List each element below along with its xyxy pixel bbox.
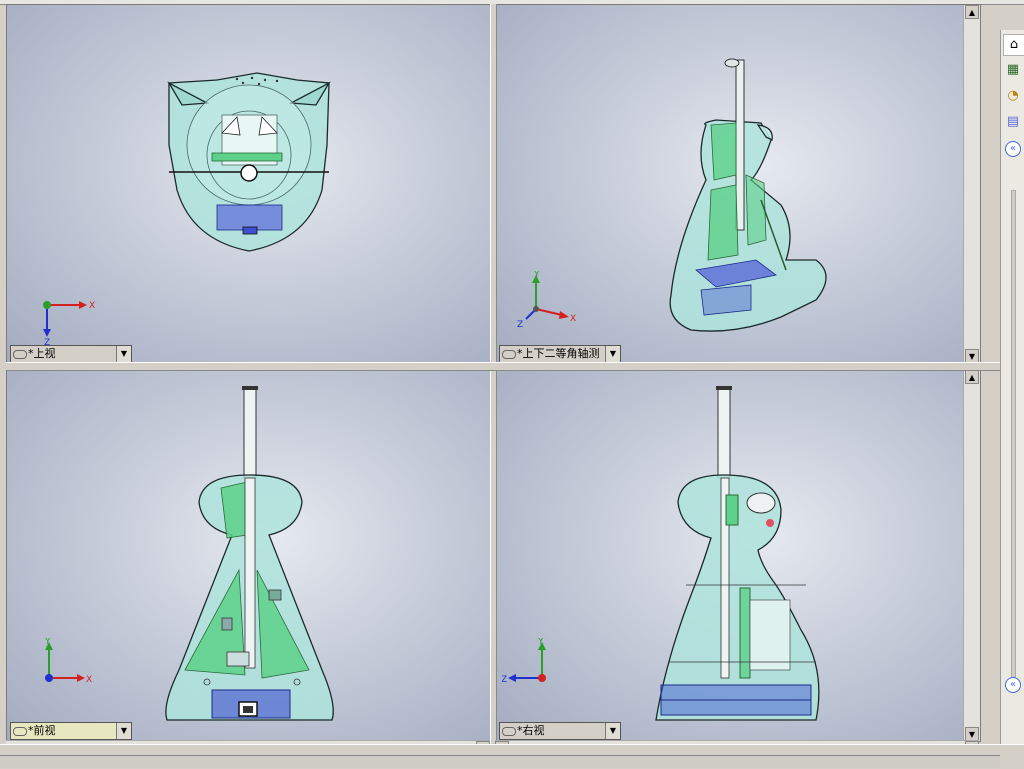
scroll-up-button[interactable]: ▲ — [965, 5, 979, 19]
link-views-icon — [13, 350, 27, 359]
chevron-down-icon[interactable]: ▼ — [605, 346, 620, 362]
viewport-top-view[interactable]: X Z *上视 ▼ — [6, 4, 492, 364]
viewport-front-view[interactable]: Y X *前视 ▼ — [6, 369, 492, 742]
collapse-pane-icon[interactable]: « — [1005, 141, 1021, 157]
triad-y-label: Y — [537, 638, 544, 647]
triad-z-label: Z — [44, 338, 50, 345]
home-icon[interactable]: ⌂ — [1003, 34, 1024, 56]
vertical-scrollbar-bottom[interactable]: ▲ ▼ — [963, 370, 980, 741]
task-pane-scroll-track — [1011, 190, 1016, 692]
vertical-scrollbar-top[interactable]: ▲ ▼ — [963, 5, 980, 363]
triad-x-label: X — [570, 314, 576, 324]
scroll-down-button[interactable]: ▼ — [965, 349, 979, 363]
triad-y-label: Y — [533, 271, 540, 280]
link-views-icon — [502, 350, 516, 359]
bottom-bar — [0, 744, 1024, 769]
triad-z-label: Z — [517, 320, 523, 330]
triad-z-label: Z — [502, 675, 507, 685]
viewport-splitter-vertical[interactable] — [490, 4, 497, 744]
view-label-right: *右视 — [517, 724, 545, 737]
view-selector-top[interactable]: *上视 ▼ — [10, 345, 132, 363]
view-selector-front[interactable]: *前视 ▼ — [10, 722, 132, 740]
triad-y-label: Y — [44, 638, 51, 647]
scroll-up-button[interactable]: ▲ — [965, 370, 979, 384]
view-label-front: *前视 — [28, 724, 56, 737]
axis-triad-right: Y Z — [502, 638, 546, 685]
axis-triad-top: X Z — [43, 301, 95, 345]
view-palette-icon[interactable]: ▤ — [1003, 112, 1023, 132]
viewport-dimetric-view[interactable]: Y X Z *上下二等角轴测 ▼ ▲ ▼ — [495, 4, 981, 364]
triad-x-label: X — [89, 301, 95, 311]
viewport-splitter-horizontal[interactable] — [6, 362, 1000, 371]
viewport-right-view[interactable]: Y Z *右视 ▼ ▲ ▼ — [495, 369, 981, 742]
chevron-down-icon[interactable]: ▼ — [605, 723, 620, 739]
axis-triad-front: Y X — [44, 638, 92, 685]
link-views-icon — [502, 727, 516, 736]
scroll-down-button[interactable]: ▼ — [965, 727, 979, 741]
chevron-down-icon[interactable]: ▼ — [116, 723, 131, 739]
view-selector-right[interactable]: *右视 ▼ — [499, 722, 621, 740]
view-selector-dimetric[interactable]: *上下二等角轴测 ▼ — [499, 345, 621, 363]
task-pane-tabs: ⌂ ▦ ◔ ▤ « « — [1000, 30, 1024, 750]
chevron-down-icon[interactable]: ▼ — [116, 346, 131, 362]
expand-pane-icon[interactable]: « — [1005, 677, 1021, 693]
design-library-icon[interactable]: ▦ — [1003, 60, 1023, 80]
axis-triad-dimetric: Y X Z — [517, 271, 576, 330]
view-label-top: *上视 — [28, 347, 56, 360]
model-right-view[interactable] — [496, 370, 980, 741]
file-explorer-icon[interactable]: ◔ — [1003, 86, 1023, 106]
link-views-icon — [13, 727, 27, 736]
view-label-dimetric: *上下二等角轴测 — [517, 347, 600, 360]
triad-x-label: X — [86, 675, 92, 685]
